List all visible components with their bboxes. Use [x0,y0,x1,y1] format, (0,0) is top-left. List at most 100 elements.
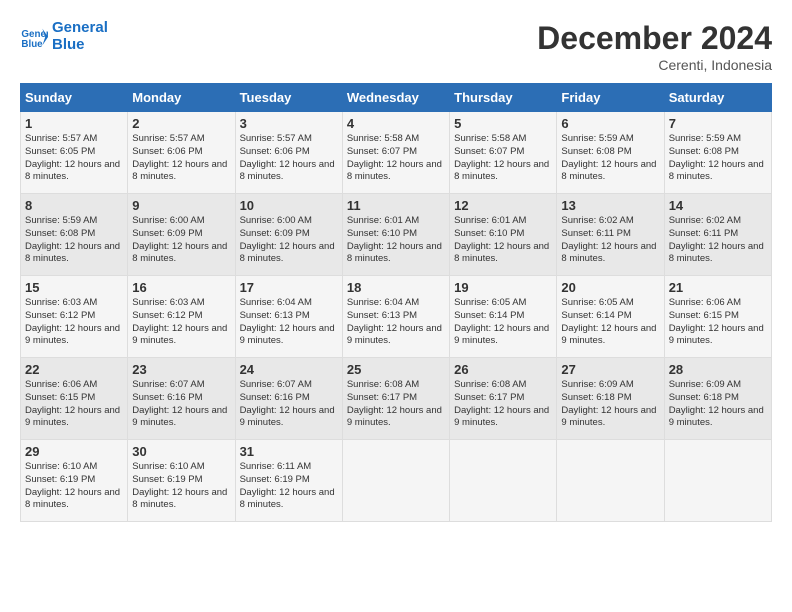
day-info: Sunrise: 6:07 AMSunset: 6:16 PMDaylight:… [132,379,230,430]
day-number: 25 [347,362,445,377]
calendar-table: SundayMondayTuesdayWednesdayThursdayFrid… [20,83,772,522]
day-info: Sunrise: 6:09 AMSunset: 6:18 PMDaylight:… [561,379,659,430]
day-number: 4 [347,116,445,131]
calendar-cell: 31 Sunrise: 6:11 AMSunset: 6:19 PMDaylig… [235,440,342,522]
calendar-cell: 24 Sunrise: 6:07 AMSunset: 6:16 PMDaylig… [235,358,342,440]
day-info: Sunrise: 6:02 AMSunset: 6:11 PMDaylight:… [561,215,659,266]
calendar-cell: 3 Sunrise: 5:57 AMSunset: 6:06 PMDayligh… [235,112,342,194]
day-number: 2 [132,116,230,131]
calendar-cell [664,440,771,522]
day-info: Sunrise: 6:02 AMSunset: 6:11 PMDaylight:… [669,215,767,266]
logo-general: General [52,19,108,36]
day-info: Sunrise: 5:59 AMSunset: 6:08 PMDaylight:… [669,133,767,184]
day-number: 26 [454,362,552,377]
svg-text:Blue: Blue [21,38,43,49]
day-info: Sunrise: 6:00 AMSunset: 6:09 PMDaylight:… [132,215,230,266]
day-number: 17 [240,280,338,295]
day-number: 7 [669,116,767,131]
calendar-cell: 21 Sunrise: 6:06 AMSunset: 6:15 PMDaylig… [664,276,771,358]
calendar-cell: 13 Sunrise: 6:02 AMSunset: 6:11 PMDaylig… [557,194,664,276]
day-info: Sunrise: 6:03 AMSunset: 6:12 PMDaylight:… [132,297,230,348]
calendar-cell: 11 Sunrise: 6:01 AMSunset: 6:10 PMDaylig… [342,194,449,276]
header-sunday: Sunday [21,84,128,112]
logo-icon: General Blue [20,23,48,51]
calendar-week-2: 8 Sunrise: 5:59 AMSunset: 6:08 PMDayligh… [21,194,772,276]
day-number: 21 [669,280,767,295]
day-info: Sunrise: 6:01 AMSunset: 6:10 PMDaylight:… [454,215,552,266]
day-number: 31 [240,444,338,459]
day-info: Sunrise: 5:58 AMSunset: 6:07 PMDaylight:… [454,133,552,184]
day-info: Sunrise: 6:06 AMSunset: 6:15 PMDaylight:… [669,297,767,348]
calendar-cell: 5 Sunrise: 5:58 AMSunset: 6:07 PMDayligh… [450,112,557,194]
day-info: Sunrise: 6:01 AMSunset: 6:10 PMDaylight:… [347,215,445,266]
day-info: Sunrise: 6:10 AMSunset: 6:19 PMDaylight:… [25,461,123,512]
calendar-week-5: 29 Sunrise: 6:10 AMSunset: 6:19 PMDaylig… [21,440,772,522]
calendar-cell: 28 Sunrise: 6:09 AMSunset: 6:18 PMDaylig… [664,358,771,440]
calendar-cell: 19 Sunrise: 6:05 AMSunset: 6:14 PMDaylig… [450,276,557,358]
calendar-cell: 18 Sunrise: 6:04 AMSunset: 6:13 PMDaylig… [342,276,449,358]
calendar-cell: 4 Sunrise: 5:58 AMSunset: 6:07 PMDayligh… [342,112,449,194]
day-info: Sunrise: 5:59 AMSunset: 6:08 PMDaylight:… [25,215,123,266]
calendar-cell: 26 Sunrise: 6:08 AMSunset: 6:17 PMDaylig… [450,358,557,440]
calendar-cell: 7 Sunrise: 5:59 AMSunset: 6:08 PMDayligh… [664,112,771,194]
day-info: Sunrise: 5:59 AMSunset: 6:08 PMDaylight:… [561,133,659,184]
header-wednesday: Wednesday [342,84,449,112]
calendar-cell [450,440,557,522]
logo: General Blue General Blue [20,20,108,53]
calendar-cell: 29 Sunrise: 6:10 AMSunset: 6:19 PMDaylig… [21,440,128,522]
day-number: 15 [25,280,123,295]
day-number: 20 [561,280,659,295]
day-info: Sunrise: 5:58 AMSunset: 6:07 PMDaylight:… [347,133,445,184]
day-info: Sunrise: 5:57 AMSunset: 6:06 PMDaylight:… [240,133,338,184]
day-number: 9 [132,198,230,213]
calendar-cell: 1 Sunrise: 5:57 AMSunset: 6:05 PMDayligh… [21,112,128,194]
day-number: 5 [454,116,552,131]
day-info: Sunrise: 6:08 AMSunset: 6:17 PMDaylight:… [347,379,445,430]
calendar-title: December 2024 [537,20,772,57]
day-info: Sunrise: 6:05 AMSunset: 6:14 PMDaylight:… [454,297,552,348]
calendar-cell: 12 Sunrise: 6:01 AMSunset: 6:10 PMDaylig… [450,194,557,276]
calendar-cell: 16 Sunrise: 6:03 AMSunset: 6:12 PMDaylig… [128,276,235,358]
day-info: Sunrise: 5:57 AMSunset: 6:05 PMDaylight:… [25,133,123,184]
day-info: Sunrise: 6:04 AMSunset: 6:13 PMDaylight:… [347,297,445,348]
day-info: Sunrise: 6:11 AMSunset: 6:19 PMDaylight:… [240,461,338,512]
calendar-header-row: SundayMondayTuesdayWednesdayThursdayFrid… [21,84,772,112]
day-info: Sunrise: 6:09 AMSunset: 6:18 PMDaylight:… [669,379,767,430]
day-number: 12 [454,198,552,213]
page-header: General Blue General Blue December 2024 … [20,20,772,73]
logo-blue: Blue [52,37,108,54]
day-number: 10 [240,198,338,213]
day-number: 16 [132,280,230,295]
calendar-cell: 17 Sunrise: 6:04 AMSunset: 6:13 PMDaylig… [235,276,342,358]
calendar-cell: 25 Sunrise: 6:08 AMSunset: 6:17 PMDaylig… [342,358,449,440]
day-info: Sunrise: 6:10 AMSunset: 6:19 PMDaylight:… [132,461,230,512]
day-number: 1 [25,116,123,131]
calendar-cell: 6 Sunrise: 5:59 AMSunset: 6:08 PMDayligh… [557,112,664,194]
calendar-week-4: 22 Sunrise: 6:06 AMSunset: 6:15 PMDaylig… [21,358,772,440]
calendar-cell: 27 Sunrise: 6:09 AMSunset: 6:18 PMDaylig… [557,358,664,440]
calendar-cell: 9 Sunrise: 6:00 AMSunset: 6:09 PMDayligh… [128,194,235,276]
calendar-cell: 30 Sunrise: 6:10 AMSunset: 6:19 PMDaylig… [128,440,235,522]
day-number: 27 [561,362,659,377]
day-number: 29 [25,444,123,459]
day-info: Sunrise: 6:06 AMSunset: 6:15 PMDaylight:… [25,379,123,430]
calendar-cell [342,440,449,522]
header-tuesday: Tuesday [235,84,342,112]
title-block: December 2024 Cerenti, Indonesia [537,20,772,73]
calendar-cell: 10 Sunrise: 6:00 AMSunset: 6:09 PMDaylig… [235,194,342,276]
day-number: 22 [25,362,123,377]
header-friday: Friday [557,84,664,112]
day-info: Sunrise: 5:57 AMSunset: 6:06 PMDaylight:… [132,133,230,184]
header-monday: Monday [128,84,235,112]
day-number: 19 [454,280,552,295]
calendar-subtitle: Cerenti, Indonesia [537,57,772,73]
day-number: 30 [132,444,230,459]
calendar-cell: 20 Sunrise: 6:05 AMSunset: 6:14 PMDaylig… [557,276,664,358]
calendar-cell: 14 Sunrise: 6:02 AMSunset: 6:11 PMDaylig… [664,194,771,276]
day-number: 8 [25,198,123,213]
header-thursday: Thursday [450,84,557,112]
calendar-cell: 8 Sunrise: 5:59 AMSunset: 6:08 PMDayligh… [21,194,128,276]
calendar-week-1: 1 Sunrise: 5:57 AMSunset: 6:05 PMDayligh… [21,112,772,194]
day-number: 14 [669,198,767,213]
day-info: Sunrise: 6:05 AMSunset: 6:14 PMDaylight:… [561,297,659,348]
